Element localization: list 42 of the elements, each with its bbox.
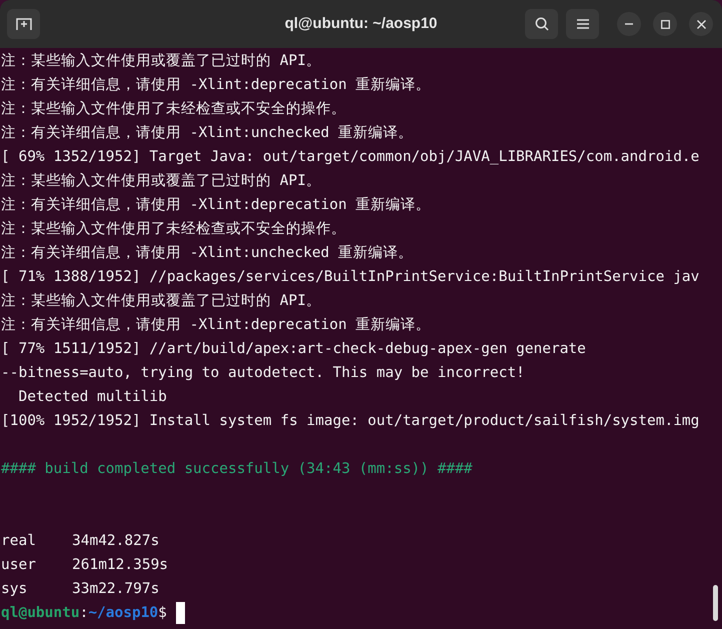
search-button[interactable] [525, 9, 558, 39]
timing-label: sys [1, 580, 28, 599]
output-line: [ 71% 1388/1952] //packages/services/BuiltInPrintService:BuiltInPrintService jav [1, 268, 700, 287]
output-line: 注：某些输入文件使用了未经检查或不安全的操作。 [1, 100, 346, 119]
output-line: 注：某些输入文件使用或覆盖了已过时的 API。 [1, 292, 321, 311]
success-line: #### build completed successfully (34:43 (mm:ss)) #### [1, 460, 472, 479]
prompt-symbol: $ [158, 604, 167, 623]
timing-value: 34m42.827s [72, 532, 160, 551]
maximize-button[interactable] [653, 12, 677, 36]
prompt-user: ql@ubuntu [1, 604, 80, 623]
output-line: 注：有关详细信息，请使用 -Xlint:deprecation 重新编译。 [1, 76, 431, 95]
output-line: [ 69% 1352/1952] Target Java: out/target/common/obj/JAVA_LIBRARIES/com.android.e [1, 148, 700, 167]
output-line: --bitness=auto, trying to autodetect. This may be incorrect! [1, 364, 525, 383]
new-tab-button[interactable] [7, 9, 40, 39]
search-icon [534, 17, 548, 31]
scrollbar-thumb[interactable] [713, 585, 718, 621]
minimize-icon [625, 23, 633, 25]
menu-button[interactable] [566, 9, 599, 39]
menu-icon [576, 19, 588, 29]
output-line: 注：某些输入文件使用了未经检查或不安全的操作。 [1, 220, 346, 239]
output-line: 注：有关详细信息，请使用 -Xlint:unchecked 重新编译。 [1, 244, 414, 263]
timing-label: user [1, 556, 37, 575]
output-line: 注：有关详细信息，请使用 -Xlint:deprecation 重新编译。 [1, 196, 431, 215]
text-cursor [176, 602, 185, 624]
output-line: 注：某些输入文件使用或覆盖了已过时的 API。 [1, 172, 321, 191]
minimize-button[interactable] [617, 12, 641, 36]
window-title: ql@ubuntu: ~/aosp10 [284, 14, 438, 34]
output-line: Detected multilib [17, 388, 167, 407]
timing-label: real [1, 532, 37, 551]
output-line: 注：有关详细信息，请使用 -Xlint:unchecked 重新编译。 [1, 124, 414, 143]
prompt-path: ~/aosp10 [88, 604, 158, 623]
maximize-icon [660, 20, 670, 28]
output-line: [100% 1952/1952] Install system fs image: out/target/product/sailfish/system.img [1, 412, 700, 431]
close-button[interactable] [689, 12, 713, 36]
output-line: [ 77% 1511/1952] //art/build/apex:art-check-debug-apex-gen generate [1, 340, 586, 359]
timing-value: 261m12.359s [72, 556, 168, 575]
close-icon [696, 20, 706, 28]
prompt-separator: : [80, 604, 88, 623]
output-line: 注：有关详细信息，请使用 -Xlint:deprecation 重新编译。 [1, 316, 431, 335]
new-tab-icon [16, 17, 32, 31]
output-line: 注：某些输入文件使用或覆盖了已过时的 API。 [1, 52, 321, 71]
timing-value: 33m22.797s [72, 580, 160, 599]
